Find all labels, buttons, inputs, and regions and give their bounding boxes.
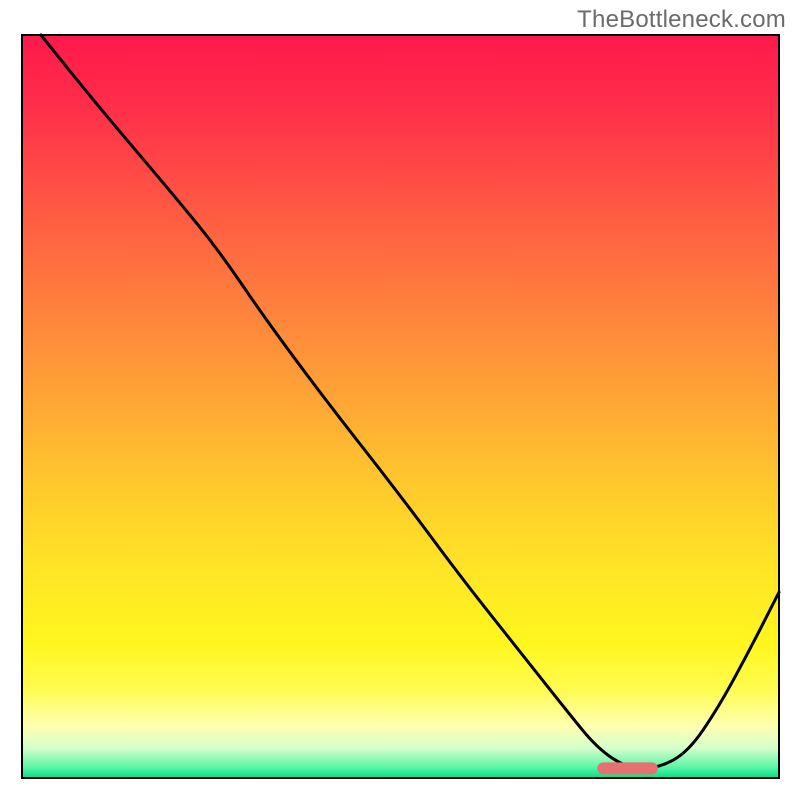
watermark-text: TheBottleneck.com xyxy=(577,6,786,34)
plot-background xyxy=(22,35,779,778)
chart-svg xyxy=(0,0,800,800)
bottleneck-chart: TheBottleneck.com xyxy=(0,0,800,800)
current-range-marker xyxy=(597,762,658,774)
